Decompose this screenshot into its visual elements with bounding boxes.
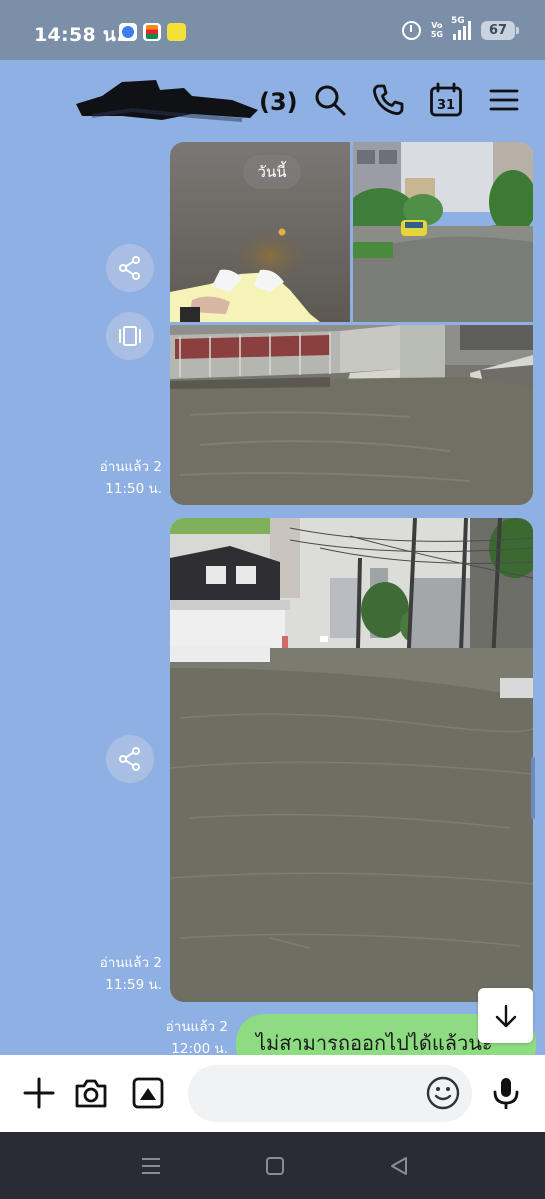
status-indicators: Vo 5G 5G 67 bbox=[401, 16, 519, 40]
album-button[interactable] bbox=[106, 312, 154, 360]
share-icon bbox=[119, 256, 140, 280]
search-icon[interactable] bbox=[312, 82, 348, 118]
battery-icon: 67 bbox=[481, 20, 519, 40]
alarm-icon bbox=[401, 20, 421, 40]
camera-icon[interactable] bbox=[73, 1075, 109, 1111]
read-receipt: อ่านแล้ว 2 bbox=[165, 1019, 228, 1035]
photo-flooded-soi[interactable] bbox=[170, 518, 533, 1002]
system-nav-bar bbox=[0, 1132, 545, 1199]
signal-icon: 5G bbox=[451, 16, 471, 40]
share-button[interactable] bbox=[106, 244, 154, 292]
photo-flooded-street-with-car[interactable] bbox=[353, 142, 533, 322]
status-bar: 14:58 น. Vo 5G 5G 67 bbox=[0, 0, 545, 60]
gallery-icon[interactable] bbox=[130, 1075, 166, 1111]
redacted-group-name bbox=[76, 80, 258, 122]
share-button[interactable] bbox=[106, 735, 154, 783]
message-time: 11:50 น. bbox=[105, 481, 162, 497]
read-receipt: อ่านแล้ว 2 bbox=[99, 459, 162, 475]
read-receipt: อ่านแล้ว 2 bbox=[99, 955, 162, 971]
calendar-icon[interactable]: 31 bbox=[428, 82, 464, 118]
message-input-bar bbox=[0, 1055, 545, 1132]
message-meta: อ่านแล้ว 2 12:00 น. bbox=[128, 1016, 228, 1060]
status-time: 14:58 น. bbox=[34, 24, 124, 46]
messenger-icon bbox=[119, 23, 137, 41]
lineman-icon bbox=[167, 23, 186, 41]
album-icon bbox=[119, 326, 141, 346]
chat-header: (3) 31 bbox=[0, 60, 545, 144]
photo-flooded-walkway[interactable] bbox=[170, 325, 533, 505]
arrow-down-icon bbox=[495, 1004, 516, 1027]
share-icon bbox=[119, 747, 140, 771]
message-meta: อ่านแล้ว 2 11:59 น. bbox=[62, 952, 162, 996]
seven-eleven-icon bbox=[143, 23, 161, 41]
back-icon[interactable] bbox=[386, 1153, 412, 1179]
member-count: (3) bbox=[259, 88, 298, 116]
home-icon[interactable] bbox=[262, 1153, 288, 1179]
scroll-to-bottom-button[interactable] bbox=[478, 988, 533, 1043]
plus-icon[interactable] bbox=[21, 1075, 57, 1111]
volte-indicator: Vo 5G bbox=[431, 21, 443, 39]
phone-icon[interactable] bbox=[370, 82, 406, 118]
microphone-icon[interactable] bbox=[488, 1075, 524, 1111]
recent-apps-icon[interactable] bbox=[138, 1153, 164, 1179]
message-time: 11:59 น. bbox=[105, 977, 162, 993]
network-label: 5G bbox=[451, 16, 465, 26]
calendar-day: 31 bbox=[437, 98, 455, 113]
date-chip: วันนี้ bbox=[243, 155, 301, 189]
volte-top: Vo bbox=[431, 21, 443, 30]
message-meta: อ่านแล้ว 2 11:50 น. bbox=[62, 456, 162, 500]
volte-bottom: 5G bbox=[430, 30, 443, 39]
menu-icon[interactable] bbox=[486, 82, 522, 118]
scrollbar-thumb[interactable] bbox=[531, 757, 535, 819]
emoji-icon[interactable] bbox=[425, 1075, 461, 1111]
